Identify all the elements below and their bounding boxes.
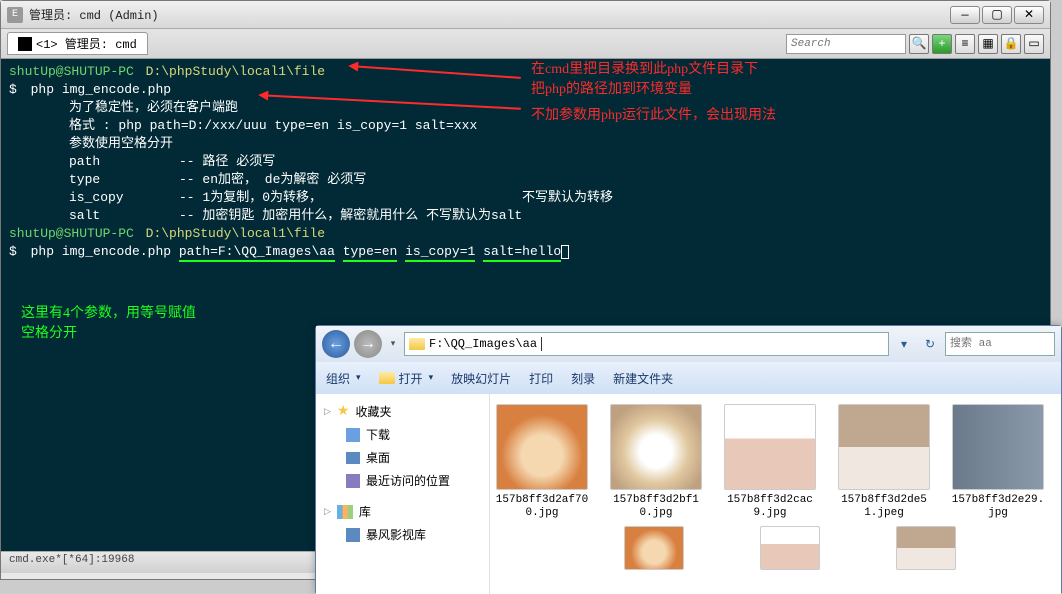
- toolbar-btn-1[interactable]: ≡: [955, 34, 975, 54]
- toolbar-burn[interactable]: 刻录: [571, 370, 595, 387]
- prompt-line-2: shutUp@SHUTUP-PC D:\phpStudy\local1\file: [9, 225, 1042, 243]
- file-item[interactable]: 157b8ff3d2af700.jpg: [494, 404, 590, 520]
- file-row-2: [494, 526, 1057, 570]
- recent-icon: [346, 474, 360, 488]
- tab-label: <1> 管理员: cmd: [36, 35, 137, 52]
- file-item[interactable]: 157b8ff3d2bf10.jpg: [608, 404, 704, 520]
- thumbnail-icon[interactable]: [896, 526, 956, 570]
- thumbnail-icon: [610, 404, 702, 490]
- minimize-button[interactable]: —: [950, 6, 980, 24]
- prompt-line-1: shutUp@SHUTUP-PC D:\phpStudy\local1\file: [9, 63, 1042, 81]
- output-line: path-- 路径 必须写: [9, 153, 1042, 171]
- sidebar-favorites[interactable]: ★收藏夹: [324, 400, 481, 423]
- forward-button[interactable]: →: [354, 330, 382, 358]
- star-icon: ★: [337, 403, 350, 420]
- command-line-2: $ php img_encode.php path=F:\QQ_Images\a…: [9, 243, 1042, 261]
- annotation-green-1: 这里有4个参数，用等号赋值: [21, 305, 196, 323]
- toolbar-btn-4[interactable]: ▭: [1024, 34, 1044, 54]
- file-item[interactable]: 157b8ff3d2e29.jpg: [950, 404, 1046, 520]
- maximize-button[interactable]: ▢: [982, 6, 1012, 24]
- refresh-button[interactable]: ↻: [919, 333, 941, 355]
- toolbar-newfolder[interactable]: 新建文件夹: [613, 370, 673, 387]
- explorer-search-input[interactable]: [945, 332, 1055, 356]
- address-bar[interactable]: F:\QQ_Images\aa: [404, 332, 889, 356]
- file-grid: 157b8ff3d2af700.jpg 157b8ff3d2bf10.jpg 1…: [494, 404, 1057, 520]
- explorer-nav: ← → ▾ F:\QQ_Images\aa ▾ ↻: [316, 326, 1061, 362]
- toolbar-organize[interactable]: 组织: [326, 370, 361, 387]
- sidebar-videos[interactable]: 暴风影视库: [324, 523, 481, 546]
- desktop-icon: [346, 452, 360, 464]
- annotation-red-1: 在cmd里把目录换到此php文件目录下: [531, 61, 758, 79]
- toolbar-open[interactable]: 打开: [379, 370, 434, 387]
- status-text: cmd.exe*[*64]:19968: [9, 554, 134, 566]
- window-title: 管理员: cmd (Admin): [29, 6, 950, 23]
- terminal-titlebar: E 管理员: cmd (Admin) — ▢ ✕: [1, 1, 1050, 29]
- toolbar-btn-2[interactable]: ▦: [978, 34, 998, 54]
- window-buttons: — ▢ ✕: [950, 6, 1044, 24]
- folder-icon: [409, 338, 425, 350]
- explorer-content: ★收藏夹 下载 桌面 最近访问的位置 库 暴风影视库 157b8ff3d2af7…: [316, 394, 1061, 594]
- back-button[interactable]: ←: [322, 330, 350, 358]
- video-icon: [346, 528, 360, 542]
- explorer-window: ← → ▾ F:\QQ_Images\aa ▾ ↻ 组织 打开 放映幻灯片 打印…: [315, 325, 1062, 593]
- file-item[interactable]: 157b8ff3d2de51.jpeg: [836, 404, 932, 520]
- toolbar-btn-3[interactable]: 🔒: [1001, 34, 1021, 54]
- toolbar-slideshow[interactable]: 放映幻灯片: [451, 370, 511, 387]
- close-button[interactable]: ✕: [1014, 6, 1044, 24]
- sidebar-libraries[interactable]: 库: [324, 500, 481, 523]
- thumbnail-icon: [496, 404, 588, 490]
- command-line-1: $ php img_encode.php: [9, 81, 1042, 99]
- tab-cmd[interactable]: <1> 管理员: cmd: [7, 32, 148, 55]
- output-line: 参数使用空格分开: [9, 135, 1042, 153]
- dropdown-button[interactable]: ▾: [893, 333, 915, 355]
- output-line: is_copy-- 1为复制，0为转移，不写默认为转移: [9, 189, 1042, 207]
- sidebar-downloads[interactable]: 下载: [324, 423, 481, 446]
- thumbnail-icon: [838, 404, 930, 490]
- explorer-toolbar: 组织 打开 放映幻灯片 打印 刻录 新建文件夹: [316, 362, 1061, 394]
- folder-icon: [379, 372, 395, 384]
- thumbnail-icon: [952, 404, 1044, 490]
- library-icon: [337, 505, 353, 519]
- history-dropdown[interactable]: ▾: [386, 334, 400, 354]
- sidebar-recent[interactable]: 最近访问的位置: [324, 469, 481, 492]
- sidebar-desktop[interactable]: 桌面: [324, 446, 481, 469]
- file-panel[interactable]: 157b8ff3d2af700.jpg 157b8ff3d2bf10.jpg 1…: [490, 394, 1061, 594]
- thumbnail-icon[interactable]: [760, 526, 820, 570]
- output-line: salt-- 加密钥匙 加密用什么，解密就用什么 不写默认为salt: [9, 207, 1042, 225]
- annotation-green-2: 空格分开: [21, 325, 77, 343]
- cursor: [561, 245, 569, 259]
- cmd-icon: [18, 37, 32, 51]
- explorer-sidebar: ★收藏夹 下载 桌面 最近访问的位置 库 暴风影视库: [316, 394, 490, 594]
- output-line: 格式 : php path=D:/xxx/uuu type=en is_copy…: [9, 117, 1042, 135]
- download-icon: [346, 428, 360, 442]
- output-line: type-- en加密， de为解密 必须写: [9, 171, 1042, 189]
- app-icon: E: [7, 7, 23, 23]
- output-line: 为了稳定性，必须在客户端跑: [9, 99, 1042, 117]
- tab-bar: <1> 管理员: cmd 🔍 + ≡ ▦ 🔒 ▭: [1, 29, 1050, 59]
- file-item[interactable]: 157b8ff3d2cac9.jpg: [722, 404, 818, 520]
- toolbar-print[interactable]: 打印: [529, 370, 553, 387]
- thumbnail-icon[interactable]: [624, 526, 684, 570]
- thumbnail-icon: [724, 404, 816, 490]
- address-text: F:\QQ_Images\aa: [429, 337, 537, 351]
- search-button[interactable]: 🔍: [909, 34, 929, 54]
- annotation-red-2: 把php的路径加到环境变量: [531, 81, 692, 99]
- annotation-red-3: 不加参数用php运行此文件，会出现用法: [531, 107, 776, 125]
- add-tab-button[interactable]: +: [932, 34, 952, 54]
- search-input[interactable]: [786, 34, 906, 54]
